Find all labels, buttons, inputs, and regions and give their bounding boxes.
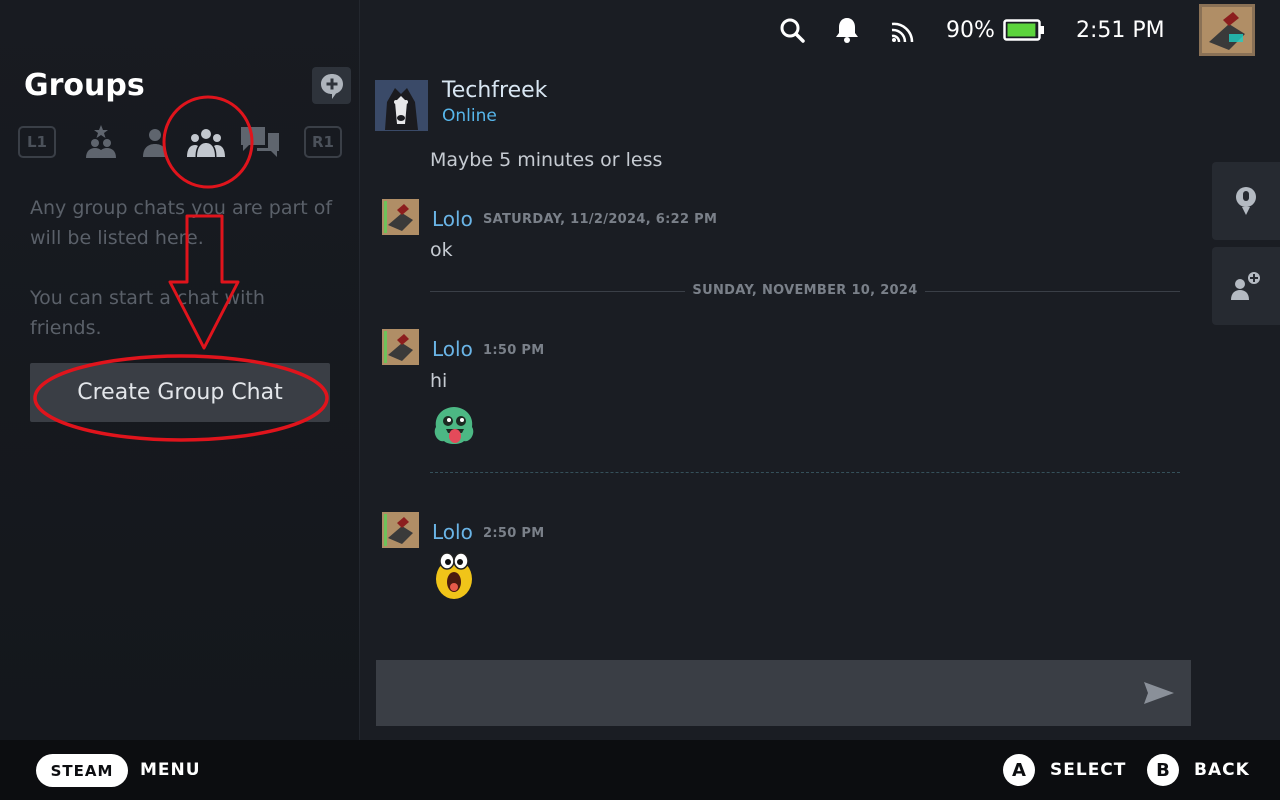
message-avatar (382, 199, 419, 235)
start-chat-hint: You can start a chat with friends. (30, 287, 265, 339)
menu-label: MENU (140, 760, 201, 780)
message-text: ok (430, 239, 453, 261)
wifi-signal-icon (891, 22, 914, 43)
battery-icon (1003, 19, 1044, 41)
friend-status: Online (442, 106, 497, 126)
message-author[interactable]: Lolo (432, 337, 473, 361)
voice-icon (1236, 187, 1256, 215)
message-text: hi (430, 370, 448, 392)
message-timestamp: 1:50 PM (483, 343, 545, 358)
tab-friends[interactable] (133, 120, 177, 164)
clock-time: 2:51 PM (1076, 17, 1165, 43)
clock: 2:51 PM (1076, 12, 1165, 48)
green-monster-emoticon (430, 403, 478, 451)
tab-favorites[interactable] (79, 120, 123, 164)
send-icon (1144, 682, 1174, 704)
notifications-button[interactable] (834, 12, 860, 48)
create-group-chat-button[interactable]: Create Group Chat (30, 363, 330, 422)
l1-bumper[interactable]: L1 (18, 126, 56, 158)
network-status (888, 12, 916, 48)
message-input[interactable] (376, 660, 1191, 726)
avatar (1199, 4, 1255, 56)
tab-chats[interactable] (238, 120, 282, 164)
favorite-friends-icon (86, 125, 116, 158)
select-label: SELECT (1050, 760, 1127, 780)
b-button-icon[interactable]: B (1147, 754, 1179, 786)
groups-panel: Groups L1 R1 Any group chats you are par… (0, 0, 360, 740)
message-author[interactable]: Lolo (432, 207, 473, 231)
chat-bubbles-icon (241, 127, 279, 157)
search-button[interactable] (778, 12, 806, 48)
back-label: BACK (1194, 760, 1250, 780)
groups-icon (187, 129, 225, 157)
avatar (382, 199, 419, 235)
green-monster-icon (434, 407, 474, 444)
avatar (382, 329, 419, 365)
battery-percent: 90% (946, 17, 995, 43)
add-group-button[interactable] (312, 67, 351, 104)
steam-button[interactable]: STEAM (36, 754, 128, 787)
yellow-screaming-emoticon (432, 549, 476, 605)
search-icon (780, 18, 805, 43)
chat-add-icon (320, 73, 343, 99)
date-divider: SUNDAY, NOVEMBER 10, 2024 (430, 282, 1180, 300)
add-friend-icon (1231, 272, 1260, 300)
r1-bumper[interactable]: R1 (304, 126, 342, 158)
message-author[interactable]: Lolo (432, 520, 473, 544)
bell-icon (836, 18, 858, 43)
message-text: Maybe 5 minutes or less (430, 149, 663, 171)
tab-groups[interactable] (184, 120, 228, 164)
voice-chat-button[interactable] (1212, 162, 1280, 240)
message-avatar (382, 329, 419, 365)
friend-avatar[interactable] (375, 80, 428, 131)
dog-avatar-icon (375, 80, 428, 131)
unread-separator (430, 472, 1180, 473)
empty-groups-message: Any group chats you are part of will be … (30, 197, 333, 249)
send-button[interactable] (1140, 676, 1178, 710)
battery-status: 90% (946, 12, 1045, 48)
invite-friend-button[interactable] (1212, 247, 1280, 325)
divider-line (925, 291, 1180, 292)
controller-hint-bar: STEAM MENU A SELECT B BACK (0, 740, 1280, 800)
friend-icon (143, 129, 167, 157)
user-avatar[interactable] (1199, 4, 1255, 56)
message-timestamp: 2:50 PM (483, 526, 545, 541)
yellow-monster-icon (436, 552, 472, 599)
a-button-icon[interactable]: A (1003, 754, 1035, 786)
page-title: Groups (24, 68, 145, 103)
message-timestamp: SATURDAY, 11/2/2024, 6:22 PM (483, 212, 718, 227)
message-avatar (382, 512, 419, 548)
avatar (382, 512, 419, 548)
friends-tabs: L1 R1 (18, 118, 343, 166)
friend-name: Techfreek (442, 78, 548, 103)
